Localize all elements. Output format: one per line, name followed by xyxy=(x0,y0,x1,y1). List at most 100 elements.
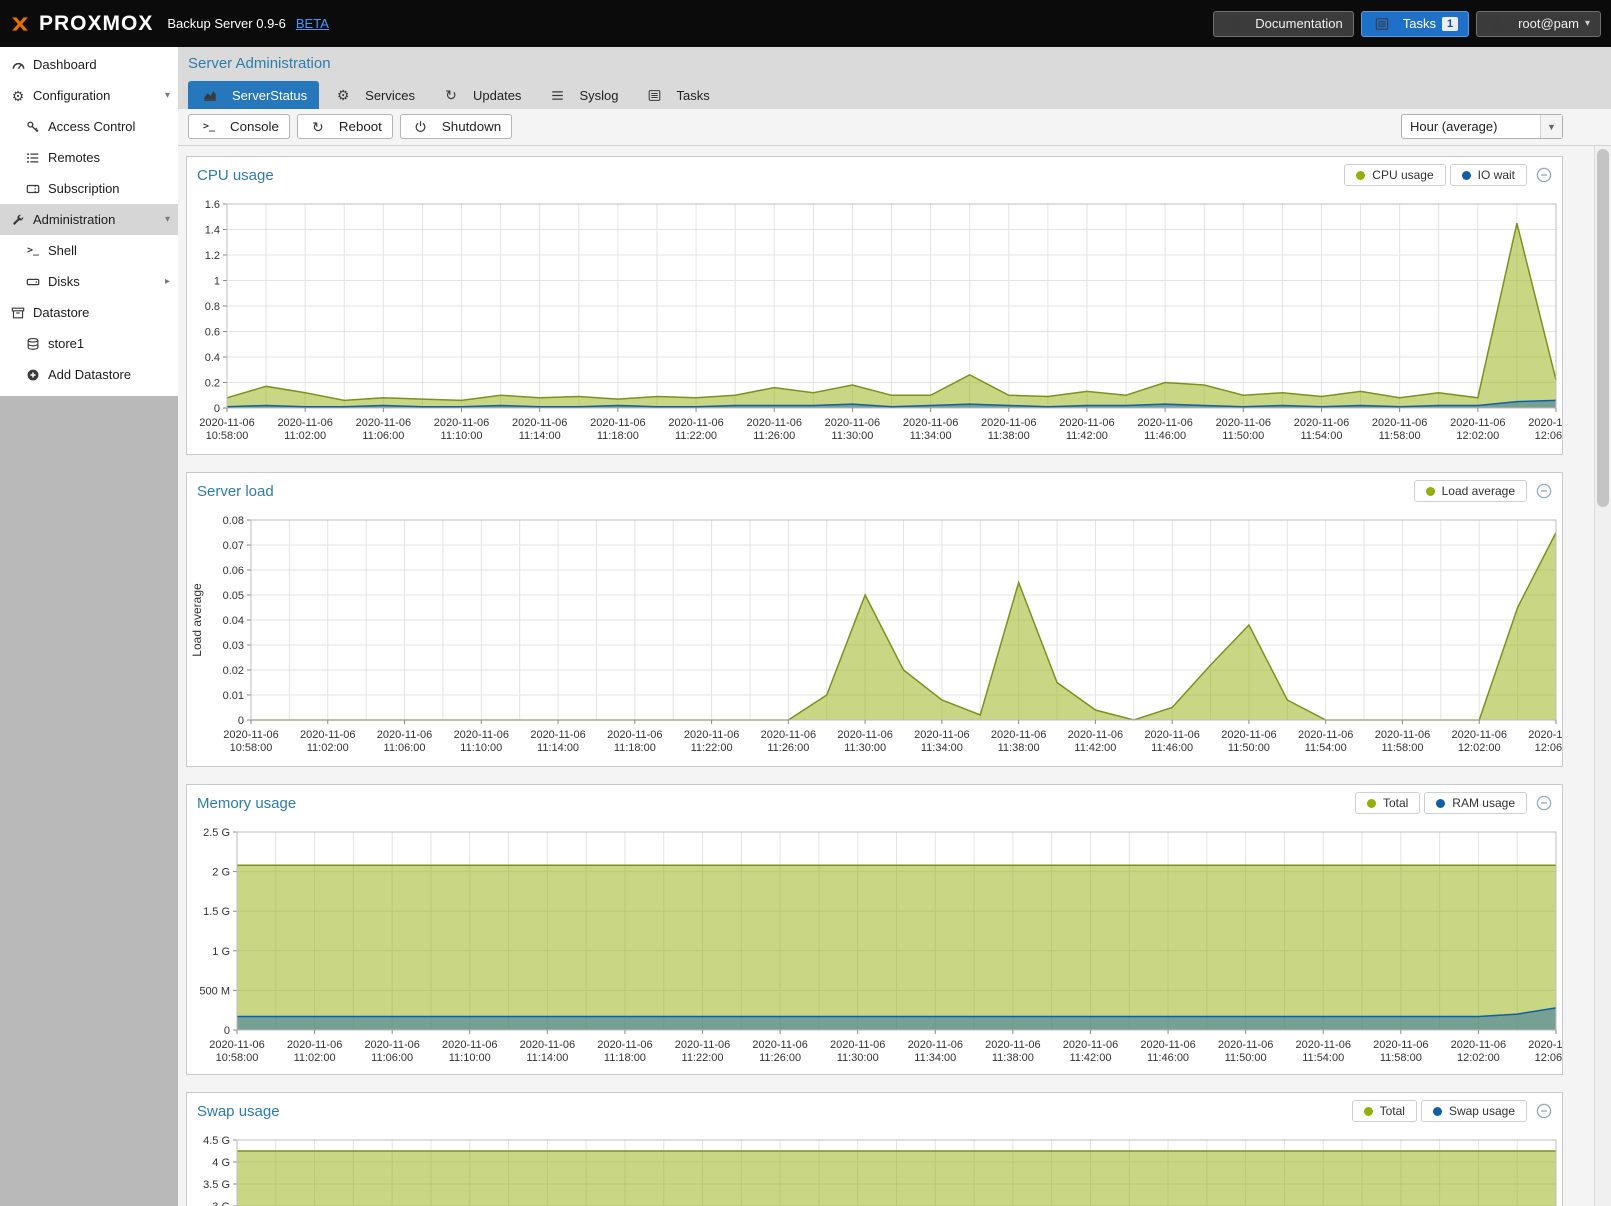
beta-link[interactable]: BETA xyxy=(296,16,329,31)
tasks-button[interactable]: Tasks 1 xyxy=(1361,11,1469,37)
chevron-down-icon[interactable]: ▾ xyxy=(165,90,170,101)
swap-usage-chart: 4.5 G4 G3.5 G3 G2.5 G2 G1.5 G1 G500 M020… xyxy=(187,1128,1562,1206)
legend-item-ram-usage[interactable]: RAM usage xyxy=(1424,792,1527,814)
collapse-panel-icon[interactable] xyxy=(1536,483,1552,499)
legend-item-total[interactable]: Total xyxy=(1355,792,1420,814)
svg-text:2020-11-06: 2020-11-06 xyxy=(668,417,723,429)
svg-text:11:50:00: 11:50:00 xyxy=(1225,1052,1267,1064)
svg-text:10:58:00: 10:58:00 xyxy=(216,1052,259,1064)
tasks-badge: 1 xyxy=(1442,17,1458,31)
svg-text:2020-11-06: 2020-11-06 xyxy=(1294,417,1349,429)
svg-text:11:58:00: 11:58:00 xyxy=(1381,742,1423,754)
svg-text:2020-11-06: 2020-11-06 xyxy=(1375,729,1430,741)
collapse-panel-icon[interactable] xyxy=(1536,1103,1552,1119)
chevron-down-icon: ▾ xyxy=(1585,18,1590,29)
svg-text:4 G: 4 G xyxy=(212,1157,230,1169)
svg-text:10:58:00: 10:58:00 xyxy=(230,742,273,754)
svg-text:12:02:00: 12:02:00 xyxy=(1456,430,1499,442)
sidebar-item-disks[interactable]: Disks ▸ xyxy=(0,266,178,297)
chevron-down-icon[interactable]: ▾ xyxy=(165,214,170,225)
svg-text:2020-11-06: 2020-11-06 xyxy=(512,417,567,429)
panel-memory-usage: Memory usage Total RAM usage xyxy=(186,784,1563,1075)
legend-dot xyxy=(1364,1107,1373,1116)
svg-text:2020-11-06: 2020-11-06 xyxy=(356,417,411,429)
panel-title: Swap usage xyxy=(197,1103,1352,1120)
svg-text:2020-11-06: 2020-11-06 xyxy=(825,417,880,429)
tab-syslog[interactable]: Syslog xyxy=(535,81,630,109)
svg-text:2020-11-06: 2020-11-06 xyxy=(1063,1039,1118,1051)
panel-server-load: Server load Load average 0.080.070.060.0… xyxy=(186,472,1563,767)
user-menu-button[interactable]: root@pam ▾ xyxy=(1476,11,1601,37)
svg-text:2020-11-06: 2020-11-06 xyxy=(1218,1039,1273,1051)
svg-text:2020-11-06: 2020-11-06 xyxy=(1296,1039,1351,1051)
panel-cpu-usage: CPU usage CPU usage IO wait xyxy=(186,156,1563,455)
sidebar-item-add-datastore[interactable]: Add Datastore xyxy=(0,359,178,390)
legend-item-swap-usage[interactable]: Swap usage xyxy=(1421,1100,1527,1122)
svg-text:2020-11-06: 2020-11-06 xyxy=(1528,729,1562,741)
sidebar-item-datastore[interactable]: Datastore xyxy=(0,297,178,328)
interval-select[interactable]: Hour (average) ▼ xyxy=(1401,114,1563,139)
svg-text:2020-11-06: 2020-11-06 xyxy=(1373,1039,1428,1051)
svg-text:12:06:00: 12:06:00 xyxy=(1535,1052,1562,1064)
svg-text:2020-11-06: 2020-11-06 xyxy=(607,729,662,741)
gauge-icon xyxy=(8,57,28,72)
collapse-panel-icon[interactable] xyxy=(1536,167,1552,183)
sidebar-item-dashboard[interactable]: Dashboard xyxy=(0,49,178,80)
tab-updates[interactable]: ↻ Updates xyxy=(429,81,533,109)
main-header: Server Administration ServerStatus ⚙ Ser… xyxy=(178,47,1611,109)
svg-text:10:58:00: 10:58:00 xyxy=(206,430,249,442)
svg-text:2020-11-06: 2020-11-06 xyxy=(985,1039,1040,1051)
svg-text:2020-11-06: 2020-11-06 xyxy=(300,729,355,741)
svg-text:11:50:00: 11:50:00 xyxy=(1228,742,1270,754)
svg-text:11:26:00: 11:26:00 xyxy=(767,742,809,754)
archive-box-icon xyxy=(8,306,28,320)
svg-text:2020-11-06: 2020-11-06 xyxy=(1140,1039,1195,1051)
svg-text:11:22:00: 11:22:00 xyxy=(675,430,717,442)
legend-item-cpu-usage[interactable]: CPU usage xyxy=(1344,164,1445,186)
sidebar-item-shell[interactable]: >_ Shell xyxy=(0,235,178,266)
svg-text:2020-11-06: 2020-11-06 xyxy=(223,729,278,741)
svg-text:500 M: 500 M xyxy=(199,985,230,997)
shutdown-button[interactable]: Shutdown xyxy=(400,114,512,139)
tab-serverstatus[interactable]: ServerStatus xyxy=(188,81,319,109)
svg-text:11:42:00: 11:42:00 xyxy=(1066,430,1108,442)
svg-text:2020-11-06: 2020-11-06 xyxy=(1450,417,1505,429)
svg-text:2020-11-06: 2020-11-06 xyxy=(747,417,802,429)
svg-text:2020-11-06: 2020-11-06 xyxy=(530,729,585,741)
svg-text:11:42:00: 11:42:00 xyxy=(1069,1052,1111,1064)
chevron-right-icon[interactable]: ▸ xyxy=(165,276,170,287)
sidebar-item-subscription[interactable]: Subscription xyxy=(0,173,178,204)
scrollbar-thumb[interactable] xyxy=(1597,149,1609,507)
tab-tasks[interactable]: Tasks xyxy=(632,81,721,109)
documentation-button[interactable]: Documentation xyxy=(1213,11,1353,37)
svg-text:11:14:00: 11:14:00 xyxy=(537,742,579,754)
sidebar-item-access-control[interactable]: Access Control xyxy=(0,111,178,142)
collapse-panel-icon[interactable] xyxy=(1536,795,1552,811)
svg-text:2 G: 2 G xyxy=(212,867,230,879)
svg-text:0.05: 0.05 xyxy=(223,590,244,602)
vertical-scrollbar[interactable] xyxy=(1594,146,1611,1206)
svg-text:2020-11-06: 2020-11-06 xyxy=(377,729,432,741)
legend-item-total[interactable]: Total xyxy=(1352,1100,1417,1122)
console-button[interactable]: >_ Console xyxy=(188,114,290,139)
svg-text:11:02:00: 11:02:00 xyxy=(284,430,326,442)
svg-text:3 G: 3 G xyxy=(212,1201,230,1206)
svg-text:11:34:00: 11:34:00 xyxy=(914,1052,956,1064)
svg-text:2020-11-06: 2020-11-06 xyxy=(364,1039,419,1051)
svg-text:0.03: 0.03 xyxy=(223,640,244,652)
svg-text:0.2: 0.2 xyxy=(205,378,220,390)
svg-text:2020-11-06: 2020-11-06 xyxy=(830,1039,885,1051)
reboot-button[interactable]: ↻ Reboot xyxy=(297,114,393,139)
svg-text:11:26:00: 11:26:00 xyxy=(759,1052,801,1064)
svg-text:12:02:00: 12:02:00 xyxy=(1458,742,1501,754)
legend-item-io-wait[interactable]: IO wait xyxy=(1450,164,1527,186)
svg-text:0.08: 0.08 xyxy=(223,515,244,527)
svg-text:1.5 G: 1.5 G xyxy=(203,906,230,918)
sidebar-item-administration[interactable]: Administration ▾ xyxy=(0,204,178,235)
sidebar-item-store1[interactable]: store1 xyxy=(0,328,178,359)
legend-item-load-average[interactable]: Load average xyxy=(1414,480,1527,502)
sidebar-item-remotes[interactable]: Remotes xyxy=(0,142,178,173)
tab-services[interactable]: ⚙ Services xyxy=(321,81,427,109)
power-icon xyxy=(411,120,431,133)
sidebar-item-configuration[interactable]: ⚙ Configuration ▾ xyxy=(0,80,178,111)
